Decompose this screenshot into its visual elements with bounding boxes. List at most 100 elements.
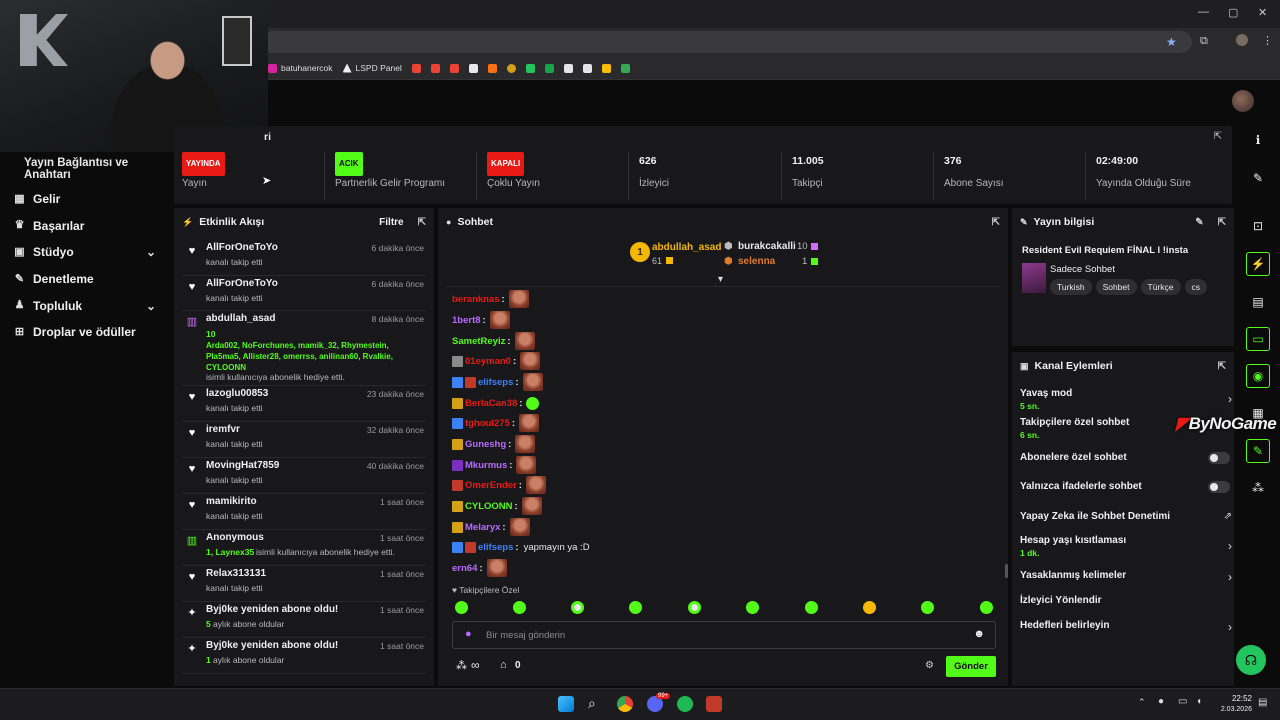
collapse-icon[interactable]: ▾	[718, 274, 723, 285]
bookmark-item[interactable]: LSPD Panel	[342, 63, 402, 73]
network-icon[interactable]: ▭	[1178, 696, 1187, 707]
stat-multistream[interactable]: KAPALI Çoklu Yayın	[476, 152, 540, 200]
tag[interactable]: cs	[1184, 279, 1207, 295]
chat-input[interactable]: ● Bir mesaj gönderin ☻	[452, 621, 996, 649]
wrench-icon[interactable]: ✎	[1246, 439, 1270, 463]
info-icon[interactable]: ℹ	[1246, 128, 1270, 152]
edit-icon[interactable]: ✎	[1195, 217, 1203, 228]
sheets-icon[interactable]	[525, 63, 535, 73]
docs-icon[interactable]	[468, 63, 478, 73]
tag[interactable]: Turkish	[1050, 279, 1092, 295]
emote-icon[interactable]	[571, 601, 584, 614]
action-slow-mode[interactable]: Yavaş mod 5 sn. ›	[1020, 388, 1232, 411]
expand-icon[interactable]: ⇱	[1218, 361, 1226, 372]
settings-icon[interactable]: ⚙	[925, 660, 934, 671]
emote-icon[interactable]	[805, 601, 818, 614]
app-icon[interactable]	[582, 63, 592, 73]
gmail-icon[interactable]	[449, 63, 459, 73]
sidebar-item-drops[interactable]: ⊞ Droplar ve ödüller	[0, 319, 172, 346]
search-icon[interactable]: ⌕	[588, 695, 596, 712]
windows-start-icon[interactable]	[558, 696, 574, 712]
sidebar-item-moderation[interactable]: ✎ Denetleme	[0, 266, 172, 293]
category-name[interactable]: Sadece Sohbet	[1050, 264, 1115, 275]
tray-chevron-icon[interactable]: ⌃	[1138, 697, 1146, 708]
leader-name[interactable]: abdullah_asad	[652, 242, 721, 253]
action-emotes-only[interactable]: Yalnızca ifadelerle sohbet	[1020, 481, 1232, 493]
community-icon[interactable]: ⁂	[456, 659, 467, 672]
menu-icon[interactable]: ⋮	[1262, 34, 1273, 47]
app-icon[interactable]	[706, 696, 722, 712]
chrome-icon[interactable]	[617, 696, 633, 712]
address-bar[interactable]	[262, 31, 1192, 53]
emote-icon[interactable]	[513, 601, 526, 614]
clock-date[interactable]: 2.03.2026	[1214, 706, 1252, 713]
edit-icon[interactable]: ✎	[1246, 166, 1270, 190]
action-subscribers-only[interactable]: Abonelere özel sohbet	[1020, 452, 1232, 464]
toggle-switch[interactable]	[1208, 452, 1230, 464]
chat-icon[interactable]: ▭	[1246, 327, 1270, 351]
gmail-icon[interactable]	[430, 63, 440, 73]
action-raid[interactable]: İzleyici Yönlendir	[1020, 595, 1232, 606]
stat-stream[interactable]: YAYINDA Yayın	[174, 152, 225, 200]
notification-icon[interactable]: ▤	[1258, 697, 1267, 708]
leader-name[interactable]: burakcakalli	[738, 241, 796, 252]
expand-icon[interactable]: ⇱	[1214, 131, 1222, 142]
drive-icon[interactable]	[620, 63, 630, 73]
action-goals[interactable]: Hedefleri belirleyin ›	[1020, 620, 1232, 634]
clock-time[interactable]: 22:52	[1218, 694, 1252, 703]
action-ai-moderation[interactable]: Yapay Zeka ile Sohbet Denetimi ⇗	[1020, 511, 1232, 522]
emote-icon[interactable]	[746, 601, 759, 614]
emoji-icon[interactable]: ☻	[973, 628, 985, 640]
broadcast-icon[interactable]: ◉	[1246, 364, 1270, 388]
document-icon[interactable]: ▤	[1246, 290, 1270, 314]
toggle-switch[interactable]	[1208, 481, 1230, 493]
sidebar-item-achievements[interactable]: ♛ Başarılar	[0, 213, 172, 240]
app-icon[interactable]	[563, 63, 573, 73]
stat-partner[interactable]: ACIK Partnerlik Gelir Programı	[324, 152, 445, 200]
emote-icon[interactable]	[455, 601, 468, 614]
send-button[interactable]: Gönder	[946, 656, 996, 677]
emote-icon[interactable]	[629, 601, 642, 614]
store-icon[interactable]: ⌂	[500, 659, 507, 671]
microphone-icon[interactable]: ●	[465, 628, 472, 640]
emote-icon[interactable]	[921, 601, 934, 614]
emote-icon[interactable]	[688, 601, 701, 614]
minimize-icon[interactable]: —	[1198, 6, 1209, 18]
drive-icon[interactable]	[601, 63, 611, 73]
chat-scrollbar[interactable]	[1005, 564, 1008, 578]
gmail-icon[interactable]	[411, 63, 421, 73]
bookmark-star-icon[interactable]: ★	[1166, 35, 1177, 49]
action-account-age[interactable]: Hesap yaşı kısıtlaması 1 dk. ›	[1020, 535, 1232, 558]
close-icon[interactable]: ✕	[1258, 6, 1267, 19]
action-banned-words[interactable]: Yasaklanmış kelimeler ›	[1020, 570, 1232, 584]
microphone-icon[interactable]: ●	[1158, 696, 1164, 707]
expand-icon[interactable]: ⇱	[418, 217, 426, 228]
sidebar-item-revenue[interactable]: ▦ Gelir	[0, 186, 172, 213]
profile-icon[interactable]	[1236, 34, 1248, 46]
filter-button[interactable]: Filtre	[379, 217, 403, 228]
emote-icon[interactable]	[980, 601, 993, 614]
sidebar-item-community[interactable]: ♟ Topluluk ⌄	[0, 292, 172, 319]
expand-icon[interactable]: ⇱	[1218, 217, 1226, 228]
support-headset-icon[interactable]: ☊	[1236, 645, 1266, 675]
bookmark-item[interactable]: batuhanercok	[268, 63, 333, 73]
extensions-icon[interactable]: ⧉	[1200, 35, 1208, 48]
sidebar-header[interactable]: Yayın Bağlantısı ve Anahtarı	[0, 152, 172, 186]
community-icon[interactable]: ⁂	[1246, 476, 1270, 500]
category-thumbnail[interactable]	[1022, 263, 1046, 293]
emote-icon[interactable]	[863, 601, 876, 614]
lightning-icon[interactable]: ⚡	[1246, 252, 1270, 276]
queue-icon[interactable]: ▦	[1246, 401, 1270, 425]
tag[interactable]: Türkçe	[1140, 279, 1181, 295]
leader-name[interactable]: selenna	[738, 256, 775, 267]
volume-icon[interactable]: ◖	[1196, 696, 1202, 707]
sidebar-item-studio[interactable]: ▣ Stüdyo ⌄	[0, 239, 172, 266]
app-icon[interactable]	[506, 63, 516, 73]
tag[interactable]: Sohbet	[1095, 279, 1137, 295]
spotify-icon[interactable]	[677, 696, 693, 712]
expand-icon[interactable]: ⇱	[992, 217, 1000, 228]
maximize-icon[interactable]: ▢	[1228, 6, 1238, 19]
app-icon[interactable]	[487, 63, 497, 73]
sheets-icon[interactable]	[544, 63, 554, 73]
camera-icon[interactable]: ⊡	[1246, 214, 1270, 238]
